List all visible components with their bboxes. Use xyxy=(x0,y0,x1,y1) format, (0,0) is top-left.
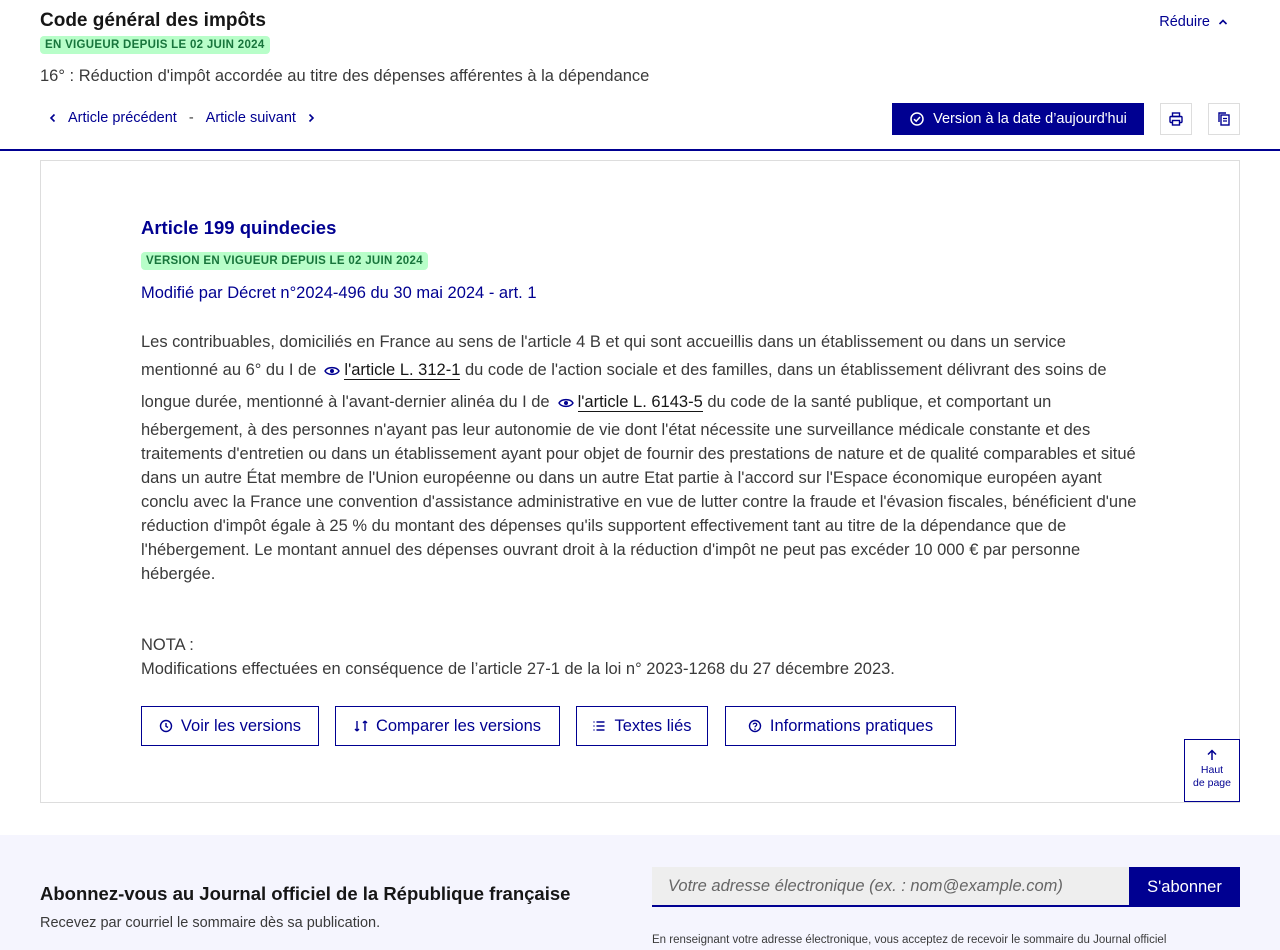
compare-versions-label: Comparer les versions xyxy=(375,716,542,735)
prev-article-label: Article précédent xyxy=(68,110,177,126)
next-article-link[interactable]: Article suivant xyxy=(206,110,316,126)
check-circle-icon xyxy=(910,112,924,126)
arrow-up-icon xyxy=(1207,749,1217,760)
reduce-label: Réduire xyxy=(1159,14,1210,30)
practical-info-label: Informations pratiques xyxy=(769,716,934,735)
article-header: Code général des impôts En vigueur depui… xyxy=(0,0,1280,151)
linked-texts-label: Textes liés xyxy=(614,716,692,735)
print-icon xyxy=(1169,112,1183,126)
subscribe-button[interactable]: S'abonner xyxy=(1129,867,1240,907)
prev-article-link[interactable]: Article précédent xyxy=(48,110,177,126)
article-body: Les contribuables, domiciliés en France … xyxy=(141,330,1141,586)
code-title: Code général des impôts xyxy=(40,10,266,31)
version-today-label: Version à la date d’aujourd'hui xyxy=(933,111,1127,127)
view-versions-label: Voir les versions xyxy=(180,716,302,735)
newsletter-title: Abonnez-vous au Journal officiel de la R… xyxy=(40,883,571,904)
clock-icon xyxy=(159,719,173,733)
eye-icon xyxy=(324,366,341,376)
chevron-left-icon xyxy=(49,113,56,123)
nav-separator: - xyxy=(188,110,194,126)
newsletter-subtitle: Recevez par courriel le sommaire dès sa … xyxy=(40,915,381,931)
article-version-badge: Version en vigueur depuis le 02 juin 202… xyxy=(141,252,428,270)
email-input[interactable] xyxy=(652,867,1129,907)
chevron-up-icon xyxy=(1218,19,1228,25)
article-title: Article 199 quindecies xyxy=(141,217,337,238)
status-badge: En vigueur depuis le 02 juin 2024 xyxy=(40,36,270,54)
version-today-button[interactable]: Version à la date d’aujourd'hui xyxy=(892,103,1144,135)
article-link-l312-1[interactable]: l'article L. 312-1 xyxy=(344,361,461,380)
compare-versions-button[interactable]: Comparer les versions xyxy=(335,706,560,746)
article-body-part3: du code de la santé publique, et comport… xyxy=(141,393,1137,583)
copy-button[interactable] xyxy=(1208,103,1240,135)
linked-texts-button[interactable]: Textes liés xyxy=(576,706,708,746)
list-icon xyxy=(593,721,605,731)
practical-info-button[interactable]: Informations pratiques xyxy=(725,706,956,746)
eye-icon xyxy=(557,398,574,408)
back-to-top-line2: de page xyxy=(1193,777,1231,789)
article-link-l6143-5[interactable]: l'article L. 6143-5 xyxy=(577,393,703,412)
chevron-right-icon xyxy=(308,113,315,123)
view-versions-button[interactable]: Voir les versions xyxy=(141,706,319,746)
newsletter-note: En renseignant votre adresse électroniqu… xyxy=(652,934,1167,946)
reduce-button[interactable]: Réduire xyxy=(1159,14,1228,30)
back-to-top-button[interactable]: Haut de page xyxy=(1184,739,1240,802)
nota-text: Modifications effectuées en conséquence … xyxy=(141,660,895,678)
section-title: 16° : Réduction d'impôt accordée au titr… xyxy=(40,67,650,85)
newsletter-section: Abonnez-vous au Journal officiel de la R… xyxy=(0,835,1280,950)
article-nav: Article précédent - Article suivant xyxy=(48,110,316,126)
copy-icon xyxy=(1218,112,1230,126)
compare-icon xyxy=(354,720,368,732)
next-article-label: Article suivant xyxy=(205,110,296,126)
print-button[interactable] xyxy=(1160,103,1192,135)
back-to-top-line1: Haut xyxy=(1200,764,1224,776)
nota-label: NOTA : xyxy=(141,636,194,654)
modified-by-link[interactable]: Modifié par Décret n°2024-496 du 30 mai … xyxy=(141,284,537,303)
question-circle-icon xyxy=(748,719,762,733)
